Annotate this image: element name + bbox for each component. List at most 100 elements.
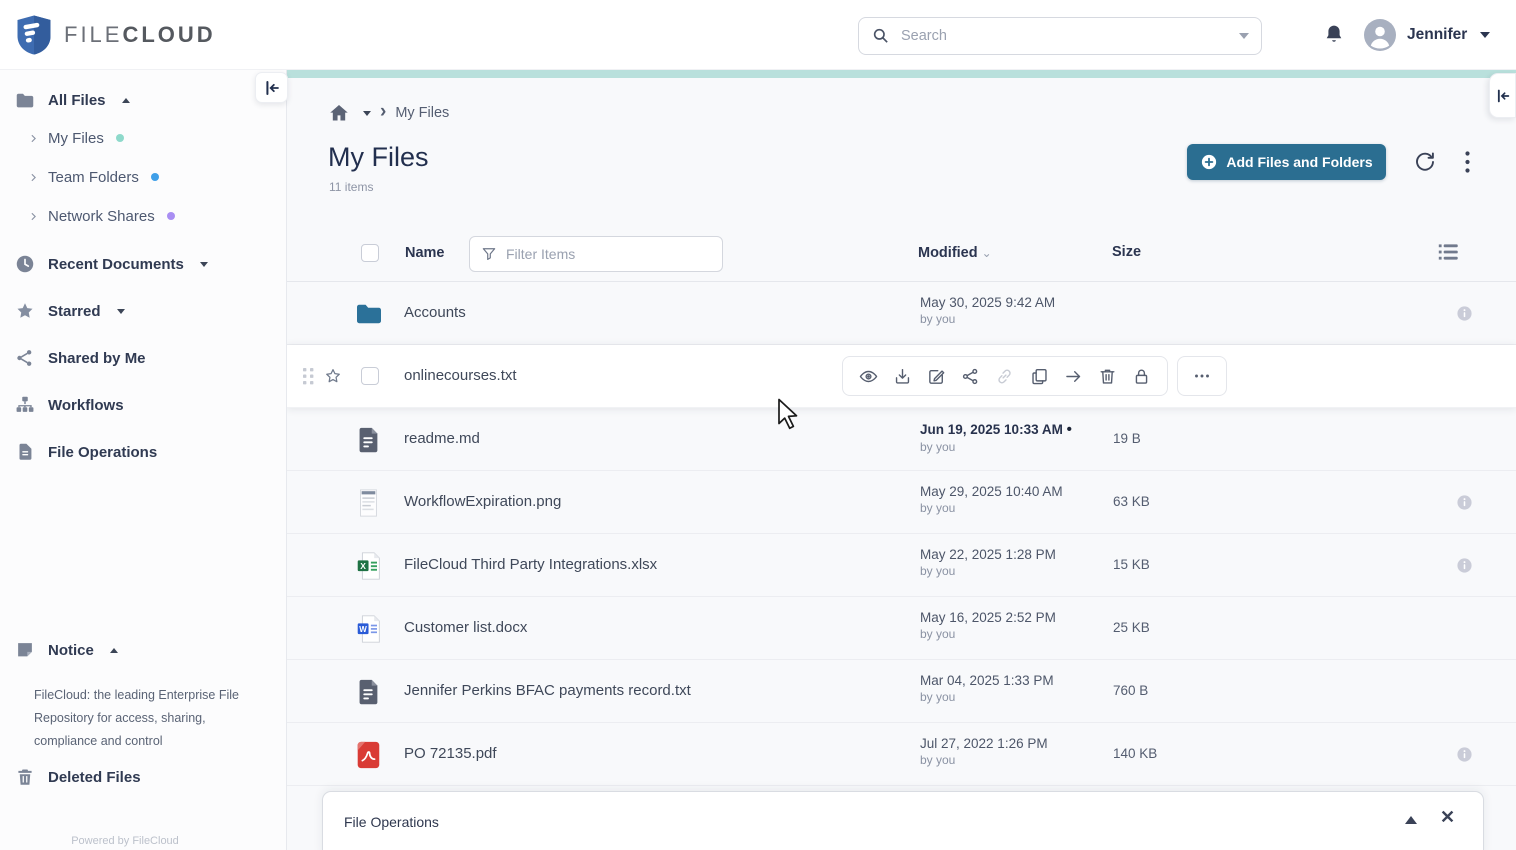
filter-field[interactable] xyxy=(469,236,723,272)
file-row[interactable]: onlinecourses.txt xyxy=(287,345,1516,408)
share-icon xyxy=(14,347,36,369)
column-header-modified[interactable]: Modified ⌄ xyxy=(918,245,992,261)
filecloud-app: FILECLOUD Jennifer All Files xyxy=(0,0,1516,850)
info-icon[interactable] xyxy=(1456,494,1473,511)
sidebar-item-shared-by-me[interactable]: Shared by Me xyxy=(0,346,286,370)
panel-collapse-button[interactable] xyxy=(1489,73,1516,118)
search-icon xyxy=(871,26,891,46)
panel-close-icon[interactable]: ✕ xyxy=(1440,807,1455,828)
refresh-icon[interactable] xyxy=(1413,150,1437,174)
filter-input[interactable] xyxy=(506,246,712,262)
edit-icon[interactable] xyxy=(926,366,947,387)
folder-icon xyxy=(14,89,36,111)
sidebar: All Files My Files Team Folders Network … xyxy=(0,70,287,850)
sidebar-item-team-folders[interactable]: Team Folders xyxy=(0,165,286,189)
file-row[interactable]: X FileCloud Third Party Integrations.xlsx… xyxy=(287,534,1516,597)
delete-icon[interactable] xyxy=(1097,366,1118,387)
sidebar-item-workflows[interactable]: Workflows xyxy=(0,393,286,417)
file-row[interactable]: Accounts May 30, 2025 9:42 AM by you xyxy=(287,282,1516,345)
star-outline-icon[interactable] xyxy=(323,366,343,386)
user-caret-icon xyxy=(1480,32,1491,38)
info-icon[interactable] xyxy=(1456,305,1473,322)
top-bar: FILECLOUD Jennifer xyxy=(0,0,1516,70)
more-actions-button[interactable] xyxy=(1177,356,1227,396)
sidebar-item-all-files[interactable]: All Files xyxy=(0,88,286,112)
file-name[interactable]: onlinecourses.txt xyxy=(404,367,517,384)
pdf-file-icon xyxy=(353,739,385,771)
file-name[interactable]: PO 72135.pdf xyxy=(404,745,497,762)
home-icon[interactable] xyxy=(328,103,350,123)
breadcrumb-current[interactable]: My Files xyxy=(395,105,449,121)
breadcrumb-caret-icon[interactable] xyxy=(363,110,371,116)
column-header-name[interactable]: Name xyxy=(405,245,445,261)
sidebar-item-network-shares[interactable]: Network Shares xyxy=(0,204,286,228)
sidebar-item-my-files[interactable]: My Files xyxy=(0,126,286,150)
size-cell: 140 KB xyxy=(1113,746,1158,761)
notifications-bell-icon[interactable] xyxy=(1322,23,1346,49)
sidebar-item-starred[interactable]: Starred xyxy=(0,299,286,323)
file-name[interactable]: Customer list.docx xyxy=(404,619,527,636)
file-name[interactable]: WorkflowExpiration.png xyxy=(404,493,561,510)
sidebar-item-file-operations[interactable]: File Operations xyxy=(0,440,286,464)
preview-icon[interactable] xyxy=(858,366,879,387)
select-all-checkbox[interactable] xyxy=(361,244,379,262)
info-icon[interactable] xyxy=(1456,557,1473,574)
modified-cell: Jul 27, 2022 1:26 PM by you xyxy=(920,736,1048,767)
trash-icon xyxy=(14,766,36,788)
file-name[interactable]: Accounts xyxy=(404,304,466,321)
breadcrumb: › My Files xyxy=(328,100,449,123)
user-menu[interactable]: Jennifer xyxy=(1364,19,1491,51)
download-icon[interactable] xyxy=(892,366,913,387)
file-row[interactable]: readme.md Jun 19, 2025 10:33 AM • by you 19… xyxy=(287,408,1516,471)
file-list: Accounts May 30, 2025 9:42 AM by you online… xyxy=(287,282,1516,786)
sidebar-item-deleted-files[interactable]: Deleted Files xyxy=(0,765,287,789)
txt-file-icon xyxy=(353,676,385,708)
move-icon[interactable] xyxy=(1063,366,1084,387)
sidebar-item-recent-documents[interactable]: Recent Documents xyxy=(0,252,286,276)
add-files-button[interactable]: Add Files and Folders xyxy=(1187,144,1386,180)
status-dot xyxy=(166,212,175,220)
drag-handle-icon[interactable] xyxy=(302,367,320,385)
link-icon[interactable] xyxy=(994,366,1015,387)
table-header: Name Modified⌄ Size xyxy=(287,225,1516,282)
notice-icon xyxy=(14,639,36,661)
folder-file-icon xyxy=(353,298,385,330)
breadcrumb-chevron-icon: › xyxy=(380,100,387,122)
lock-icon[interactable] xyxy=(1131,366,1152,387)
collapse-caret-icon xyxy=(121,97,130,103)
file-row[interactable]: WorkflowExpiration.png May 29, 2025 10:40… xyxy=(287,471,1516,534)
column-header-size: Size xyxy=(1112,244,1142,260)
file-row[interactable]: PO 72135.pdf Jul 27, 2022 1:26 PM by you 14… xyxy=(287,723,1516,786)
share-icon[interactable] xyxy=(960,366,981,387)
search-bar[interactable] xyxy=(858,17,1262,55)
search-input[interactable] xyxy=(901,28,1229,44)
list-view-icon[interactable] xyxy=(1435,239,1461,265)
info-icon[interactable] xyxy=(1456,746,1473,763)
status-dot xyxy=(150,173,159,181)
chevron-right-icon xyxy=(27,132,40,145)
expand-caret-icon xyxy=(116,308,125,314)
powered-by-label: Powered by FileCloud xyxy=(71,835,179,847)
file-row[interactable]: Jennifer Perkins BFAC payments record.tx… xyxy=(287,660,1516,723)
file-name[interactable]: FileCloud Third Party Integrations.xlsx xyxy=(404,556,657,573)
file-name[interactable]: readme.md xyxy=(404,430,480,447)
file-row[interactable]: W Customer list.docx May 16, 2025 2:52 PM b… xyxy=(287,597,1516,660)
txt-file-icon xyxy=(353,424,385,456)
row-checkbox[interactable] xyxy=(361,367,379,385)
file-name[interactable]: Jennifer Perkins BFAC payments record.tx… xyxy=(404,682,691,699)
brand-logo[interactable]: FILECLOUD xyxy=(16,14,216,56)
copy-icon[interactable] xyxy=(1029,366,1050,387)
filecloud-shield-icon xyxy=(16,14,52,56)
sidebar-item-notice[interactable]: Notice xyxy=(0,638,287,662)
expand-caret-icon xyxy=(199,261,208,267)
main-content: › My Files My Files 11 items Add Files a… xyxy=(287,70,1516,850)
user-name: Jennifer xyxy=(1407,26,1468,43)
svg-text:W: W xyxy=(359,625,367,634)
more-options-kebab-icon[interactable] xyxy=(1459,150,1475,174)
search-dropdown-caret-icon[interactable] xyxy=(1239,33,1249,39)
panel-expand-caret-icon[interactable] xyxy=(1405,816,1417,824)
star-icon xyxy=(14,300,36,322)
sidebar-collapse-button[interactable] xyxy=(255,72,288,103)
svg-text:X: X xyxy=(360,561,366,571)
item-count: 11 items xyxy=(329,180,374,194)
